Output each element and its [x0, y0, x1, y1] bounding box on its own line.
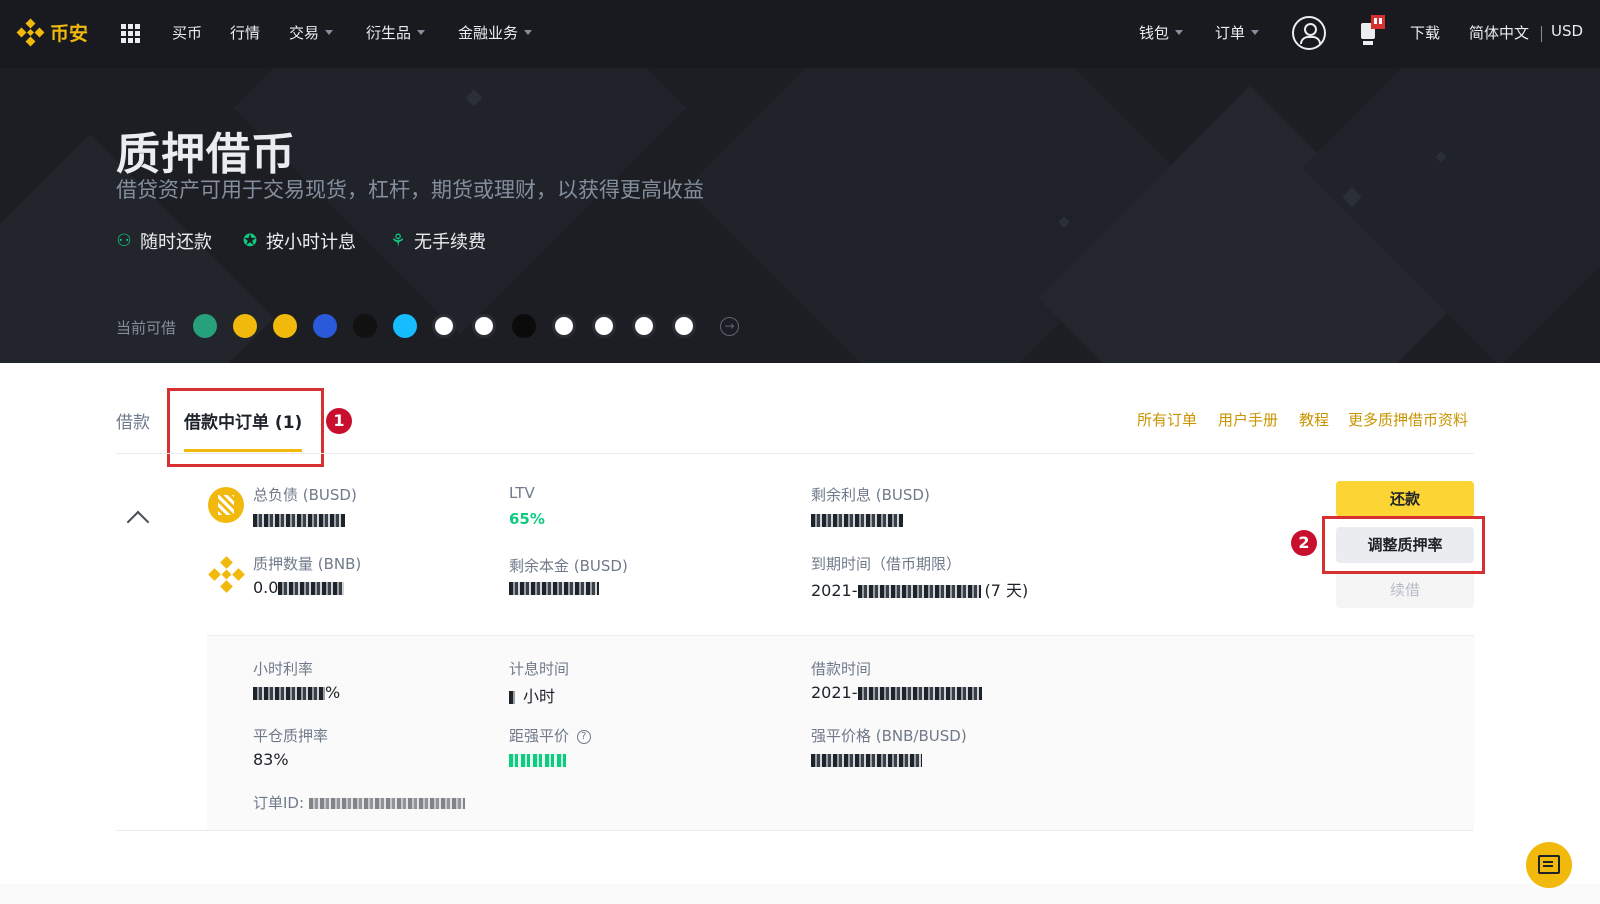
distance-to-liquidation-value [509, 750, 567, 769]
top-nav: 币安 买币 行情 交易 衍生品 金融业务 钱包 订单 下载 简体中文 USD [0, 0, 1600, 68]
nav-item-download[interactable]: 下载 [1410, 22, 1440, 43]
language-selector[interactable]: 简体中文 [1469, 22, 1529, 43]
nav-item-finance[interactable]: 金融业务 [458, 22, 533, 43]
chevron-down-icon [325, 30, 334, 35]
expiry-label: 到期时间（借币期限） [811, 555, 962, 573]
coin-white-icon[interactable] [432, 314, 456, 338]
coin-orange-icon[interactable] [632, 314, 656, 338]
check-badge-icon: ✪ [242, 231, 258, 251]
link-more-info[interactable]: 更多质押借币资料 [1348, 409, 1468, 430]
feature-hourly-interest: ✪ 按小时计息 [242, 231, 356, 253]
vet-icon[interactable] [393, 314, 417, 338]
bnb-icon[interactable] [273, 314, 297, 338]
brand-name: 币安 [50, 23, 89, 45]
currency-selector[interactable]: USD [1551, 22, 1583, 40]
busd-icon[interactable] [233, 314, 257, 338]
nav-item-markets[interactable]: 行情 [230, 22, 260, 43]
link-all-orders[interactable]: 所有订单 [1137, 409, 1197, 430]
collateral-label: 质押数量 (BNB) [253, 555, 362, 573]
chevron-up-icon[interactable] [126, 510, 150, 534]
chevron-down-icon [417, 30, 426, 35]
language-divider [1541, 26, 1542, 42]
coin-dark-icon[interactable] [353, 314, 377, 338]
annotation-box-1 [167, 388, 324, 467]
arrow-right-icon[interactable]: → [720, 317, 739, 336]
busd-icon [208, 487, 244, 523]
no-fee-icon: ⚘ [390, 231, 406, 251]
tab-divider [116, 453, 1474, 454]
total-debt-label: 总负债 (BUSD) [253, 486, 357, 504]
usdt-icon[interactable] [193, 314, 217, 338]
coin-stellar-icon[interactable] [672, 314, 696, 338]
nav-item-trade[interactable]: 交易 [289, 22, 334, 43]
borrowable-coins-label: 当前可借 [116, 319, 177, 337]
expiry-value: 2021- (7 天) [811, 581, 1029, 600]
renew-button[interactable]: 续借 [1336, 572, 1474, 608]
loan-time-value: 2021- [811, 683, 982, 702]
user-icon[interactable] [1292, 16, 1326, 50]
page-subtitle: 借贷资产可用于交易现货，杠杆，期货或理财，以获得更高收益 [116, 178, 704, 202]
page-title: 质押借币 [116, 129, 296, 180]
distance-to-liquidation-label: 距强平价 ? [509, 725, 591, 746]
binance-logo-icon [16, 18, 45, 46]
medal-icon: ⚇ [116, 231, 132, 251]
annotation-badge-1: 1 [326, 408, 352, 434]
interest-period-value: 小时 [509, 683, 555, 707]
hourly-rate-label: 小时利率 [253, 660, 314, 678]
liquidation-ltv-value: 83% [253, 750, 289, 769]
chevron-down-icon [1175, 30, 1184, 35]
tab-loan[interactable]: 借款 [116, 408, 150, 433]
nav-item-derivatives[interactable]: 衍生品 [366, 22, 426, 43]
interest-period-label: 计息时间 [509, 660, 570, 678]
remaining-interest-value [811, 510, 903, 529]
nav-item-buy-crypto[interactable]: 买币 [172, 22, 202, 43]
hero-banner: 质押借币 借贷资产可用于交易现货，杠杆，期货或理财，以获得更高收益 ⚇ 随时还款… [0, 68, 1600, 363]
card-bottom-divider [116, 830, 1474, 831]
total-debt-value [253, 510, 345, 529]
hourly-rate-value: % [253, 683, 340, 702]
apps-grid-icon[interactable] [121, 24, 140, 43]
remaining-principal-value [509, 578, 599, 597]
info-icon[interactable]: ? [576, 729, 591, 744]
order-id: 订单ID: [253, 792, 465, 813]
notification-icon[interactable] [1359, 13, 1387, 51]
feature-repay-anytime: ⚇ 随时还款 [116, 231, 212, 253]
nav-item-wallet[interactable]: 钱包 [1139, 22, 1184, 43]
footer-strip [0, 884, 1600, 904]
remaining-principal-label: 剩余本金 (BUSD) [509, 557, 628, 575]
remaining-interest-label: 剩余利息 (BUSD) [811, 486, 930, 504]
link-tutorial[interactable]: 教程 [1299, 409, 1329, 430]
feature-no-fee: ⚘ 无手续费 [390, 231, 486, 253]
chat-support-icon[interactable] [1526, 842, 1572, 888]
coin-pink-icon[interactable] [592, 314, 616, 338]
coin-green-dark-icon[interactable] [512, 314, 536, 338]
chevron-down-icon [1251, 30, 1260, 35]
liquidation-ltv-label: 平仓质押率 [253, 727, 329, 745]
loan-time-label: 借款时间 [811, 660, 872, 678]
annotation-badge-2: 2 [1291, 530, 1317, 556]
ltv-label: LTV [509, 484, 535, 502]
bnb-icon [208, 556, 245, 593]
chevron-down-icon [524, 30, 533, 35]
brand-logo[interactable]: 币安 [16, 18, 89, 46]
liquidation-price-label: 强平价格 (BNB/BUSD) [811, 727, 967, 745]
liquidation-price-value [811, 750, 922, 769]
eth-green-icon[interactable] [552, 314, 576, 338]
annotation-box-2 [1322, 516, 1485, 574]
repay-button[interactable]: 还款 [1336, 481, 1474, 517]
nav-item-orders[interactable]: 订单 [1215, 22, 1260, 43]
link-user-guide[interactable]: 用户手册 [1218, 409, 1278, 430]
coin-blue-icon[interactable] [313, 314, 337, 338]
coin-multicolor-icon[interactable] [472, 314, 496, 338]
collateral-value: 0.0 [253, 578, 345, 597]
ltv-value: 65% [509, 510, 545, 528]
